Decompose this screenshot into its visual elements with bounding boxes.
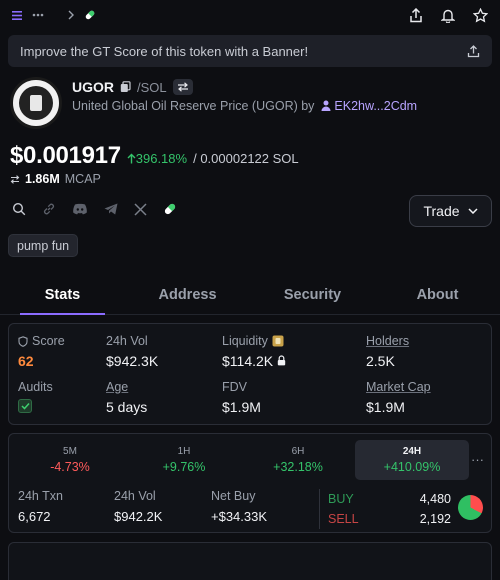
stat-score: Score 62 xyxy=(18,334,65,369)
user-icon xyxy=(321,100,331,111)
chevron-right-icon xyxy=(68,10,74,20)
tag-pump-fun[interactable]: pump fun xyxy=(8,234,79,257)
buy-sell-breakdown: BUY 4,480 SELL 2,192 xyxy=(319,489,451,529)
chevron-down-icon xyxy=(468,208,478,214)
mcap-label: MCAP xyxy=(64,172,101,186)
pump-fun-icon[interactable] xyxy=(163,202,177,216)
token-logo xyxy=(10,77,62,129)
banner-prompt[interactable]: Improve the GT Score of this token with … xyxy=(8,35,492,67)
lock-icon xyxy=(277,355,286,366)
mcap-value: 1.86M xyxy=(25,172,60,186)
swap-pair-icon[interactable] xyxy=(172,79,193,95)
buy-row: BUY 4,480 xyxy=(328,492,451,506)
period-24h[interactable]: 24H +410.09% xyxy=(355,440,469,480)
price-row: $0.001917 396.18% / 0.00002122 SOL xyxy=(10,142,299,170)
stats-card: Score 62 24h Vol $942.3K Liquidity $114.… xyxy=(8,323,492,425)
stat-audits[interactable]: Audits xyxy=(18,380,53,413)
token-symbol: UGOR xyxy=(72,79,114,95)
discord-icon[interactable] xyxy=(72,203,88,215)
stat-24h-vol: 24h Vol $942.3K xyxy=(106,334,159,369)
arrow-up-icon xyxy=(127,153,136,164)
period-1h[interactable]: 1H +9.76% xyxy=(127,440,241,480)
more-periods-button[interactable]: ··· xyxy=(471,452,484,467)
creator-address-link[interactable]: EK2hw...2Cdm xyxy=(334,99,417,113)
trade-button-label: Trade xyxy=(423,203,460,219)
stat-market-cap[interactable]: Market Cap $1.9M xyxy=(366,380,431,415)
stat-fdv: FDV $1.9M xyxy=(222,380,261,415)
liquidity-token-icon xyxy=(272,335,284,347)
period-selector: 5M -4.73% 1H +9.76% 6H +32.18% 24H +410.… xyxy=(13,440,469,480)
banner-text: Improve the GT Score of this token with … xyxy=(20,43,309,59)
menu-icon[interactable] xyxy=(12,10,22,20)
tab-bar: Stats Address Security About xyxy=(0,275,500,315)
price-sol: / 0.00002122 SOL xyxy=(193,151,299,166)
tx-24h-vol: 24h Vol $942.2K xyxy=(114,489,163,524)
stat-liquidity: Liquidity $114.2K xyxy=(222,334,286,369)
price-usd: $0.001917 xyxy=(10,142,121,169)
sell-row: SELL 2,192 xyxy=(328,512,451,526)
tx-24h-txn: 24h Txn 6,672 xyxy=(18,489,63,524)
top-bar xyxy=(0,0,500,30)
star-icon[interactable] xyxy=(473,7,488,23)
token-full-name: United Global Oil Reserve Price (UGOR) b… xyxy=(72,99,315,113)
tx-net-buy: Net Buy +$34.33K xyxy=(211,489,268,524)
upload-icon[interactable] xyxy=(467,44,480,58)
mcap-row: 1.86M MCAP xyxy=(10,172,101,186)
tab-security[interactable]: Security xyxy=(250,275,375,314)
score-value: 62 xyxy=(18,353,34,369)
token-header: UGOR /SOL United Global Oil Reserve Pric… xyxy=(10,77,490,133)
bell-icon[interactable] xyxy=(441,8,455,23)
x-twitter-icon[interactable] xyxy=(134,202,147,216)
tab-about[interactable]: About xyxy=(375,275,500,314)
pill-icon xyxy=(84,9,96,21)
social-links xyxy=(12,202,177,216)
period-6h[interactable]: 6H +32.18% xyxy=(241,440,355,480)
buy-sell-pie-chart xyxy=(458,495,483,520)
lower-card xyxy=(8,542,492,580)
price-change: 396.18% xyxy=(127,151,187,166)
shield-icon xyxy=(18,335,28,347)
period-5m[interactable]: 5M -4.73% xyxy=(13,440,127,480)
link-icon[interactable] xyxy=(42,202,56,216)
tab-address[interactable]: Address xyxy=(125,275,250,314)
copy-icon[interactable] xyxy=(120,81,131,93)
trade-button[interactable]: Trade xyxy=(409,195,492,227)
check-icon xyxy=(18,399,32,413)
telegram-icon[interactable] xyxy=(104,203,118,215)
share-icon[interactable] xyxy=(409,7,423,23)
swap-icon xyxy=(10,174,20,184)
stat-age: Age 5 days xyxy=(106,380,148,415)
search-icon[interactable] xyxy=(12,202,26,216)
stat-holders[interactable]: Holders 2.5K xyxy=(366,334,409,369)
token-pair: /SOL xyxy=(137,79,167,95)
tab-stats[interactable]: Stats xyxy=(0,275,125,315)
more-icon[interactable] xyxy=(32,13,44,17)
transactions-card: 5M -4.73% 1H +9.76% 6H +32.18% 24H +410.… xyxy=(8,433,492,533)
